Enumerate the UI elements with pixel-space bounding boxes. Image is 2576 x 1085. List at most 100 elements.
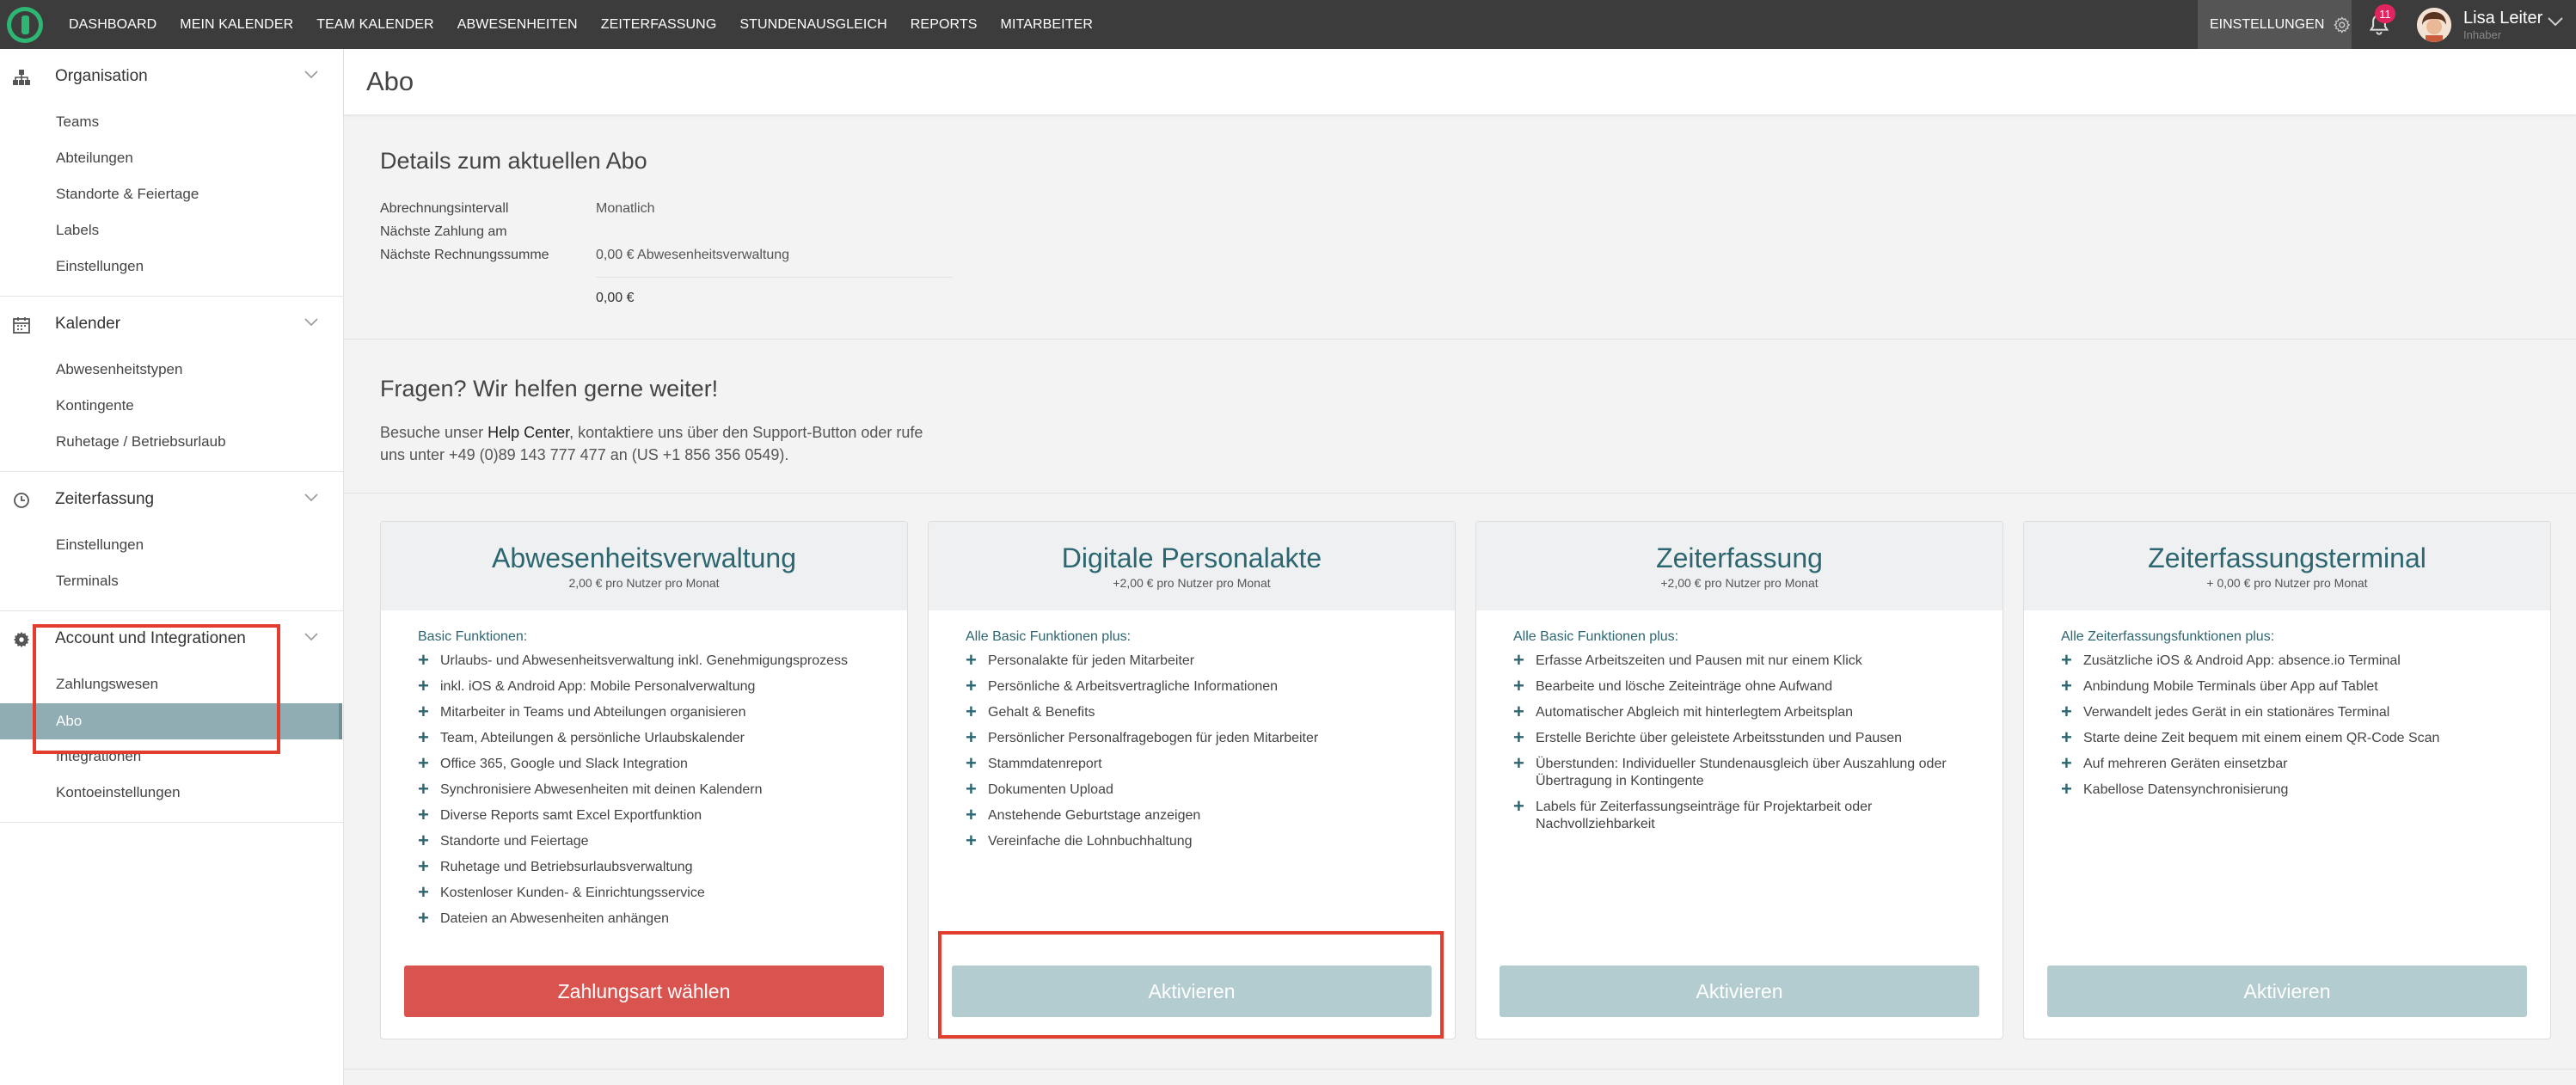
- feature-text: Vereinfache die Lohnbuchhaltung: [988, 834, 1193, 849]
- chevron-down-icon[interactable]: [303, 69, 320, 81]
- feature-item: + Automatischer Abgleich mit hinterlegtem…: [1513, 701, 2003, 722]
- feature-text: Persönlicher Personalfragebogen für jede…: [988, 731, 1319, 745]
- feature-text: Bearbeite und lösche Zeiteinträge ohne A…: [1536, 679, 1833, 694]
- sidebar-item-abteilungen[interactable]: Abteilungen: [56, 150, 133, 167]
- feature-text: Dokumenten Upload: [988, 782, 1113, 797]
- nav-abwesenheiten[interactable]: ABWESENHEITEN: [457, 0, 578, 49]
- feature-text: Ruhetage und Betriebsurlaubsverwaltung: [440, 860, 693, 874]
- help-center-link[interactable]: Help Center: [488, 424, 569, 441]
- help-text-pre: Besuche unser: [380, 424, 488, 441]
- feature-text: Personalakte für jeden Mitarbeiter: [988, 653, 1195, 668]
- nav-dashboard[interactable]: DASHBOARD: [69, 0, 156, 49]
- app-logo[interactable]: [7, 6, 43, 43]
- sidebar-section-label: Kalender: [55, 315, 121, 333]
- card-header: Abwesenheitsverwaltung 2,00 € pro Nutzer…: [381, 522, 907, 610]
- org-chart-icon: [13, 70, 30, 85]
- page-header: Abo: [344, 49, 2576, 114]
- plan-card-abwesenheitsverwaltung: Abwesenheitsverwaltung 2,00 € pro Nutzer…: [380, 521, 908, 1039]
- nav-team-kalender[interactable]: TEAM KALENDER: [316, 0, 433, 49]
- sidebar: Organisation Teams Abteilungen Standorte…: [0, 49, 344, 1085]
- plus-icon: +: [2061, 726, 2072, 748]
- nav-stundenausgleich[interactable]: STUNDENAUSGLEICH: [739, 0, 886, 49]
- sidebar-divider: [0, 471, 344, 472]
- user-role: Inhaber: [2463, 28, 2502, 41]
- plus-icon: +: [966, 649, 977, 671]
- plus-icon: +: [418, 907, 429, 929]
- feature-text: Zusätzliche iOS & Android App: absence.i…: [2083, 653, 2401, 668]
- plus-icon: +: [418, 752, 429, 774]
- chevron-down-icon[interactable]: [2547, 15, 2564, 28]
- card-title: Zeiterfassungsterminal: [2148, 542, 2426, 573]
- sidebar-item-zeit-einstellungen[interactable]: Einstellungen: [56, 536, 144, 554]
- plus-icon: +: [2061, 778, 2072, 800]
- sidebar-item-ruhetage[interactable]: Ruhetage / Betriebsurlaub: [56, 433, 226, 451]
- plus-icon: +: [1513, 649, 1524, 671]
- plus-icon: +: [2061, 675, 2072, 696]
- sidebar-item-terminals[interactable]: Terminals: [56, 573, 119, 590]
- sidebar-item-einstellungen[interactable]: Einstellungen: [56, 258, 144, 275]
- plus-icon: +: [1513, 701, 1524, 722]
- sidebar-section-organisation[interactable]: Organisation: [0, 55, 344, 98]
- feature-item: + Stammdatenreport: [966, 752, 1455, 774]
- feature-item: + Team, Abteilungen & persönliche Urlaubs…: [418, 728, 907, 747]
- nav-mitarbeiter[interactable]: MITARBEITER: [1001, 0, 1093, 49]
- avatar[interactable]: [2417, 8, 2451, 42]
- feature-item: + Anbindung Mobile Terminals über App auf…: [2061, 675, 2550, 696]
- feature-item: + Verwandelt jedes Gerät in ein stationär…: [2061, 701, 2550, 722]
- highlight-box-account: [33, 624, 280, 754]
- user-name[interactable]: Lisa Leiter: [2463, 9, 2542, 28]
- sidebar-item-teams[interactable]: Teams: [56, 113, 99, 131]
- feature-list-title: Alle Basic Funktionen plus:: [1513, 629, 1679, 644]
- plus-icon: +: [1513, 675, 1524, 696]
- sidebar-item-abwesenheitstypen[interactable]: Abwesenheitstypen: [56, 361, 182, 378]
- feature-item: + Persönlicher Personalfragebogen für jed…: [966, 728, 1455, 747]
- feature-item: + Dateien an Abwesenheiten anhängen: [418, 907, 907, 929]
- chevron-down-icon[interactable]: [303, 316, 320, 328]
- nav-zeiterfassung[interactable]: ZEITERFASSUNG: [601, 0, 717, 49]
- chevron-down-icon[interactable]: [303, 631, 320, 643]
- feature-item: + Erfasse Arbeitszeiten und Pausen mit nu…: [1513, 649, 2003, 671]
- sidebar-item-kontoeinstellungen[interactable]: Kontoeinstellungen: [56, 784, 181, 801]
- sidebar-section-kalender[interactable]: Kalender: [0, 303, 344, 346]
- plan-card-zeiterfassung: Zeiterfassung +2,00 € pro Nutzer pro Mon…: [1475, 521, 2003, 1039]
- feature-text: Automatischer Abgleich mit hinterlegtem …: [1536, 705, 1854, 720]
- card-price: + 0,00 € pro Nutzer pro Monat: [2206, 576, 2368, 590]
- feature-text: Anbindung Mobile Terminals über App auf …: [2083, 679, 2378, 694]
- sidebar-item-labels[interactable]: Labels: [56, 222, 99, 239]
- sidebar-divider: [0, 610, 344, 611]
- activate-terminal-button[interactable]: Aktivieren: [2047, 965, 2527, 1017]
- plus-icon: +: [418, 830, 429, 851]
- feature-item: + Vereinfache die Lohnbuchhaltung: [966, 830, 1455, 851]
- plus-icon: +: [2061, 701, 2072, 722]
- plus-icon: +: [966, 804, 977, 825]
- settings-label: EINSTELLUNGEN: [2210, 16, 2325, 32]
- plus-icon: +: [966, 752, 977, 774]
- choose-payment-button[interactable]: Zahlungsart wählen: [404, 965, 884, 1017]
- chevron-down-icon[interactable]: [303, 492, 320, 504]
- card-header: Zeiterfassung +2,00 € pro Nutzer pro Mon…: [1476, 522, 2003, 610]
- sidebar-item-kontingente[interactable]: Kontingente: [56, 397, 134, 414]
- feature-item: + Dokumenten Upload: [966, 780, 1455, 799]
- feature-text: Verwandelt jedes Gerät in ein stationäre…: [2083, 705, 2390, 720]
- feature-text: Gehalt & Benefits: [988, 705, 1095, 720]
- nav-mein-kalender[interactable]: MEIN KALENDER: [180, 0, 293, 49]
- nav-reports[interactable]: REPORTS: [911, 0, 978, 49]
- feature-text: Überstunden: Individueller Stundenausgle…: [1536, 757, 1947, 788]
- feature-item: + Standorte und Feiertage: [418, 830, 907, 851]
- activate-zeiterfassung-button[interactable]: Aktivieren: [1500, 965, 1979, 1017]
- sidebar-section-label: Organisation: [55, 67, 148, 85]
- plus-icon: +: [1513, 795, 1524, 817]
- feature-item: + Erstelle Berichte über geleistete Arbei…: [1513, 726, 2003, 748]
- details-title: Details zum aktuellen Abo: [380, 148, 647, 174]
- card-header: Digitale Personalakte +2,00 € pro Nutzer…: [929, 522, 1455, 610]
- settings-button[interactable]: EINSTELLUNGEN: [2198, 0, 2352, 49]
- feature-list: Basic Funktionen: + Urlaubs- und Abwesenh…: [381, 610, 907, 928]
- feature-text: inkl. iOS & Android App: Mobile Personal…: [440, 679, 756, 694]
- sidebar-section-zeiterfassung[interactable]: Zeiterfassung: [0, 478, 344, 521]
- total-value: 0,00 €: [596, 291, 635, 305]
- sidebar-item-standorte[interactable]: Standorte & Feiertage: [56, 186, 199, 203]
- plus-icon: +: [1513, 752, 1524, 774]
- total-divider: [596, 277, 953, 278]
- plus-icon: +: [966, 830, 977, 851]
- plus-icon: +: [1513, 726, 1524, 748]
